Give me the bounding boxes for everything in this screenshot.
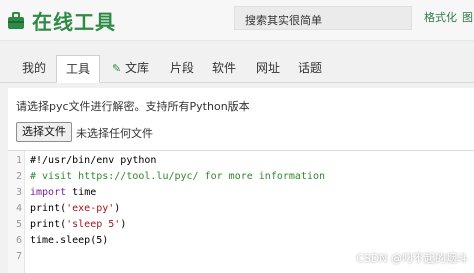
file-status: 未选择任何文件 bbox=[76, 127, 153, 140]
app-title: 在线工具 bbox=[32, 10, 116, 34]
search-placeholder: 搜索其实很简单 bbox=[245, 14, 322, 27]
tool-description: 请选择pyc文件进行解密。支持所有Python版本 bbox=[16, 100, 250, 113]
extra-button[interactable]: 图 bbox=[462, 8, 474, 28]
header: 在线工具 搜索其实很简单 格式化 图 bbox=[0, 0, 474, 41]
code-line: # visit https://tool.lu/pyc/ for more in… bbox=[30, 171, 326, 182]
tab-tools[interactable]: 工具 bbox=[56, 55, 100, 83]
tab-software[interactable]: 软件 bbox=[212, 55, 236, 81]
tab-library[interactable]: ✎ 文库 bbox=[112, 55, 149, 81]
line-number: 2 bbox=[15, 171, 22, 182]
code-line: import time bbox=[30, 187, 97, 198]
toolbox-icon bbox=[8, 11, 24, 29]
tool-panel: 请选择pyc文件进行解密。支持所有Python版本 选择文件 未选择任何文件 1… bbox=[8, 88, 474, 273]
logo[interactable]: 在线工具 bbox=[6, 6, 116, 35]
line-number: 7 bbox=[15, 251, 22, 262]
watermark: CSDN @叼不起的烟斗 bbox=[356, 252, 468, 265]
search-input[interactable]: 搜索其实很简单 bbox=[234, 6, 412, 30]
code-line: print('sleep 5') bbox=[30, 219, 127, 230]
choose-file-button[interactable]: 选择文件 bbox=[16, 122, 72, 142]
nav-tabs: 我的 工具 ✎ 文库 片段 软件 网址 话题 bbox=[0, 52, 474, 83]
tab-urls[interactable]: 网址 bbox=[256, 55, 280, 81]
line-number: 4 bbox=[15, 203, 22, 214]
code-line: print('exe-py') bbox=[30, 203, 121, 214]
line-number: 1 bbox=[15, 155, 22, 166]
line-number-gutter: 1 2 3 4 5 6 7 bbox=[8, 151, 25, 273]
line-number: 5 bbox=[15, 219, 22, 230]
line-number: 6 bbox=[15, 235, 22, 246]
brush-icon: ✎ bbox=[112, 62, 122, 75]
code-line: time.sleep(5) bbox=[30, 235, 109, 246]
tab-topics[interactable]: 话题 bbox=[298, 55, 322, 81]
code-line: #!/usr/bin/env python bbox=[30, 155, 157, 166]
tab-snippets[interactable]: 片段 bbox=[170, 55, 194, 81]
tab-mine[interactable]: 我的 bbox=[22, 55, 46, 81]
line-number: 3 bbox=[15, 187, 22, 198]
